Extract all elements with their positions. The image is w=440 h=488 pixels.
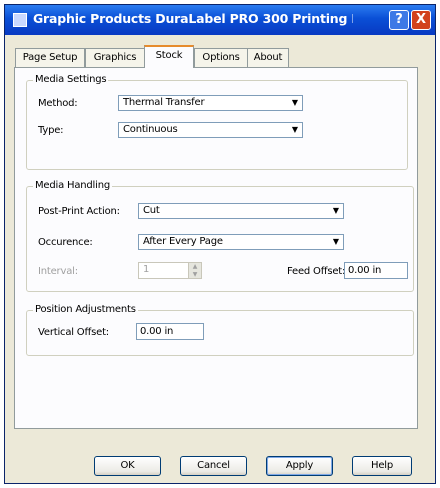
help-title-button[interactable]: ?	[389, 10, 409, 30]
close-button[interactable]: X	[411, 10, 431, 30]
tab-graphics[interactable]: Graphics	[85, 48, 145, 67]
title-bar[interactable]: Graphic Products DuraLabel PRO 300 Print…	[5, 5, 435, 35]
type-label: Type:	[38, 125, 64, 136]
tab-about[interactable]: About	[247, 48, 289, 67]
chevron-down-icon[interactable]: ▼	[289, 124, 301, 136]
feed-offset-field[interactable]: 0.00 in	[344, 262, 408, 279]
printer-icon	[13, 13, 27, 27]
occurrence-dropdown[interactable]: After Every Page ▼	[138, 234, 344, 250]
vertical-offset-field[interactable]: 0.00 in	[136, 323, 204, 340]
tab-stock[interactable]: Stock	[144, 45, 194, 68]
interval-label: Interval:	[38, 266, 78, 277]
post-print-action-value: Cut	[143, 205, 160, 216]
method-dropdown[interactable]: Thermal Transfer ▼	[118, 95, 303, 111]
interval-spin-buttons: ▲ ▼	[188, 263, 201, 278]
occurrence-label: Occurence:	[38, 237, 93, 248]
vertical-offset-label: Vertical Offset:	[38, 327, 109, 338]
apply-button[interactable]: Apply	[266, 456, 333, 476]
position-adjustments-legend: Position Adjustments	[33, 304, 138, 315]
occurrence-value: After Every Page	[143, 236, 223, 247]
method-label: Method:	[38, 98, 78, 109]
post-print-action-label: Post-Print Action:	[38, 206, 120, 217]
ok-button[interactable]: OK	[94, 456, 161, 476]
interval-value: 1	[143, 264, 150, 275]
type-value: Continuous	[123, 124, 178, 135]
method-value: Thermal Transfer	[123, 97, 205, 108]
chevron-down-icon[interactable]: ▼	[289, 97, 301, 109]
media-handling-legend: Media Handling	[33, 180, 112, 191]
cancel-button[interactable]: Cancel	[180, 456, 247, 476]
post-print-action-dropdown[interactable]: Cut ▼	[138, 203, 344, 219]
help-button[interactable]: Help	[352, 456, 412, 476]
spin-down-icon[interactable]: ▼	[189, 271, 201, 278]
spin-up-icon[interactable]: ▲	[189, 263, 201, 270]
tab-options[interactable]: Options	[194, 48, 248, 67]
window-title: Graphic Products DuraLabel PRO 300 Print…	[33, 11, 353, 26]
tab-page-setup[interactable]: Page Setup	[15, 48, 85, 67]
interval-stepper[interactable]: 1 ▲ ▼	[138, 262, 202, 279]
chevron-down-icon[interactable]: ▼	[330, 236, 342, 248]
chevron-down-icon[interactable]: ▼	[330, 205, 342, 217]
media-settings-legend: Media Settings	[33, 74, 109, 85]
type-dropdown[interactable]: Continuous ▼	[118, 122, 303, 138]
feed-offset-label: Feed Offset:	[287, 266, 346, 277]
